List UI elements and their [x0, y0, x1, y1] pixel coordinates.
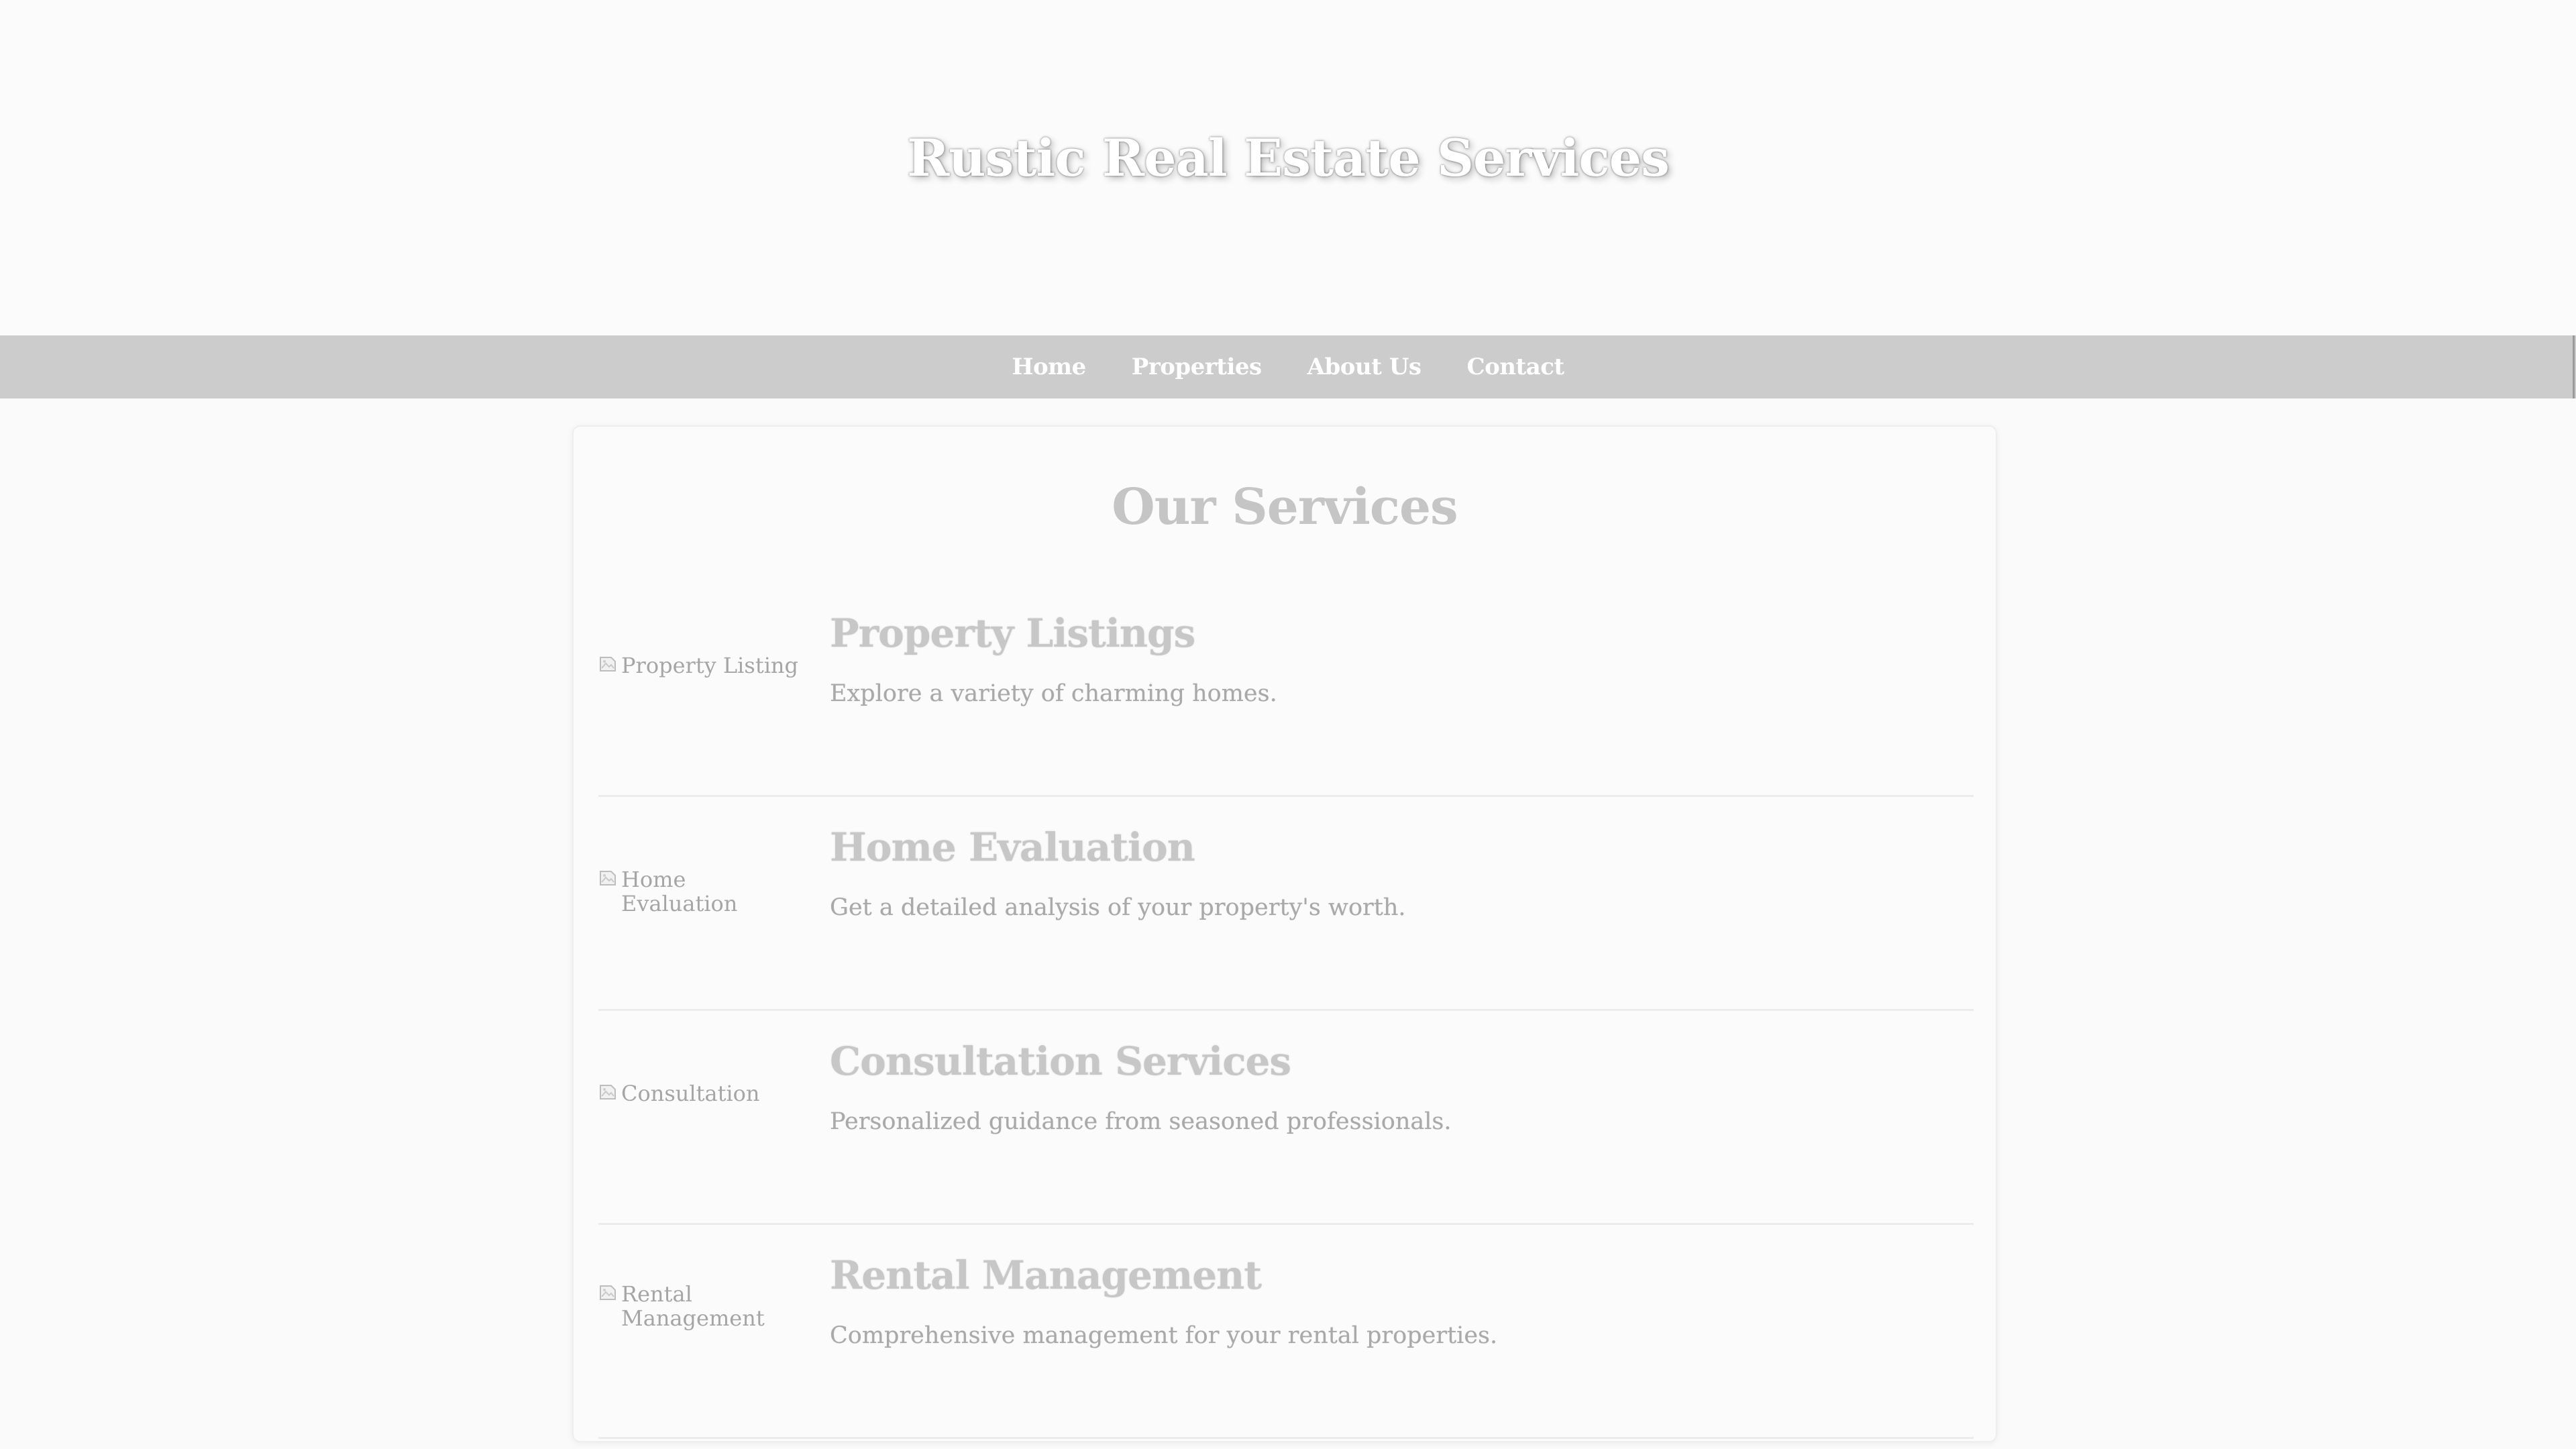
service-item-rental-management: Rental Management Rental Management Comp…: [598, 1225, 1974, 1439]
service-image: Consultation: [598, 1081, 800, 1106]
service-image-alt: Consultation: [621, 1081, 760, 1106]
service-description: Get a detailed analysis of your property…: [830, 894, 1406, 921]
section-title: Our Services: [1112, 478, 1458, 536]
nav-link-properties[interactable]: Properties: [1132, 354, 1262, 380]
broken-image-icon: [600, 871, 616, 885]
service-description: Explore a variety of charming homes.: [830, 680, 1277, 707]
service-image: Rental Management: [598, 1282, 773, 1330]
nav-link-contact[interactable]: Contact: [1467, 354, 1565, 380]
service-description: Comprehensive management for your rental…: [830, 1322, 1498, 1349]
service-title: Property Listings: [830, 610, 1195, 656]
hero-header: Rustic Real Estate Services: [0, 0, 2576, 335]
service-body: Rental Management Comprehensive manageme…: [830, 1252, 1937, 1350]
nav-links: Home Properties About Us Contact: [0, 335, 2576, 398]
service-body: Consultation Services Personalized guida…: [830, 1038, 1937, 1136]
service-title: Rental Management: [830, 1252, 1262, 1298]
broken-image-icon: [600, 1085, 616, 1099]
broken-image-icon: [600, 657, 616, 672]
service-item-consultation: Consultation Consultation Services Perso…: [598, 1011, 1974, 1225]
main-navigation: Home Properties About Us Contact: [0, 335, 2576, 398]
service-image-alt: Home Evaluation: [621, 867, 738, 916]
service-image: Property Listing: [598, 653, 800, 678]
nav-link-home[interactable]: Home: [1012, 354, 1086, 380]
nav-link-about-us[interactable]: About Us: [1307, 354, 1421, 380]
site-title: Rustic Real Estate Services: [907, 128, 1670, 188]
services-panel: Our Services Property Listing Property L…: [572, 425, 1997, 1442]
service-image: Home Evaluation: [598, 867, 800, 916]
scrollbar-edge[interactable]: [2573, 335, 2575, 398]
service-title: Home Evaluation: [830, 824, 1195, 870]
service-title: Consultation Services: [830, 1038, 1291, 1084]
service-image-alt: Rental Management: [621, 1281, 765, 1331]
service-image-alt: Property Listing: [621, 653, 799, 678]
broken-image-icon: [600, 1285, 616, 1300]
service-item-home-evaluation: Home Evaluation Home Evaluation Get a de…: [598, 797, 1974, 1011]
service-body: Home Evaluation Get a detailed analysis …: [830, 824, 1937, 922]
service-description: Personalized guidance from seasoned prof…: [830, 1108, 1452, 1135]
service-body: Property Listings Explore a variety of c…: [830, 610, 1937, 708]
service-item-property-listings: Property Listing Property Listings Explo…: [598, 583, 1974, 797]
